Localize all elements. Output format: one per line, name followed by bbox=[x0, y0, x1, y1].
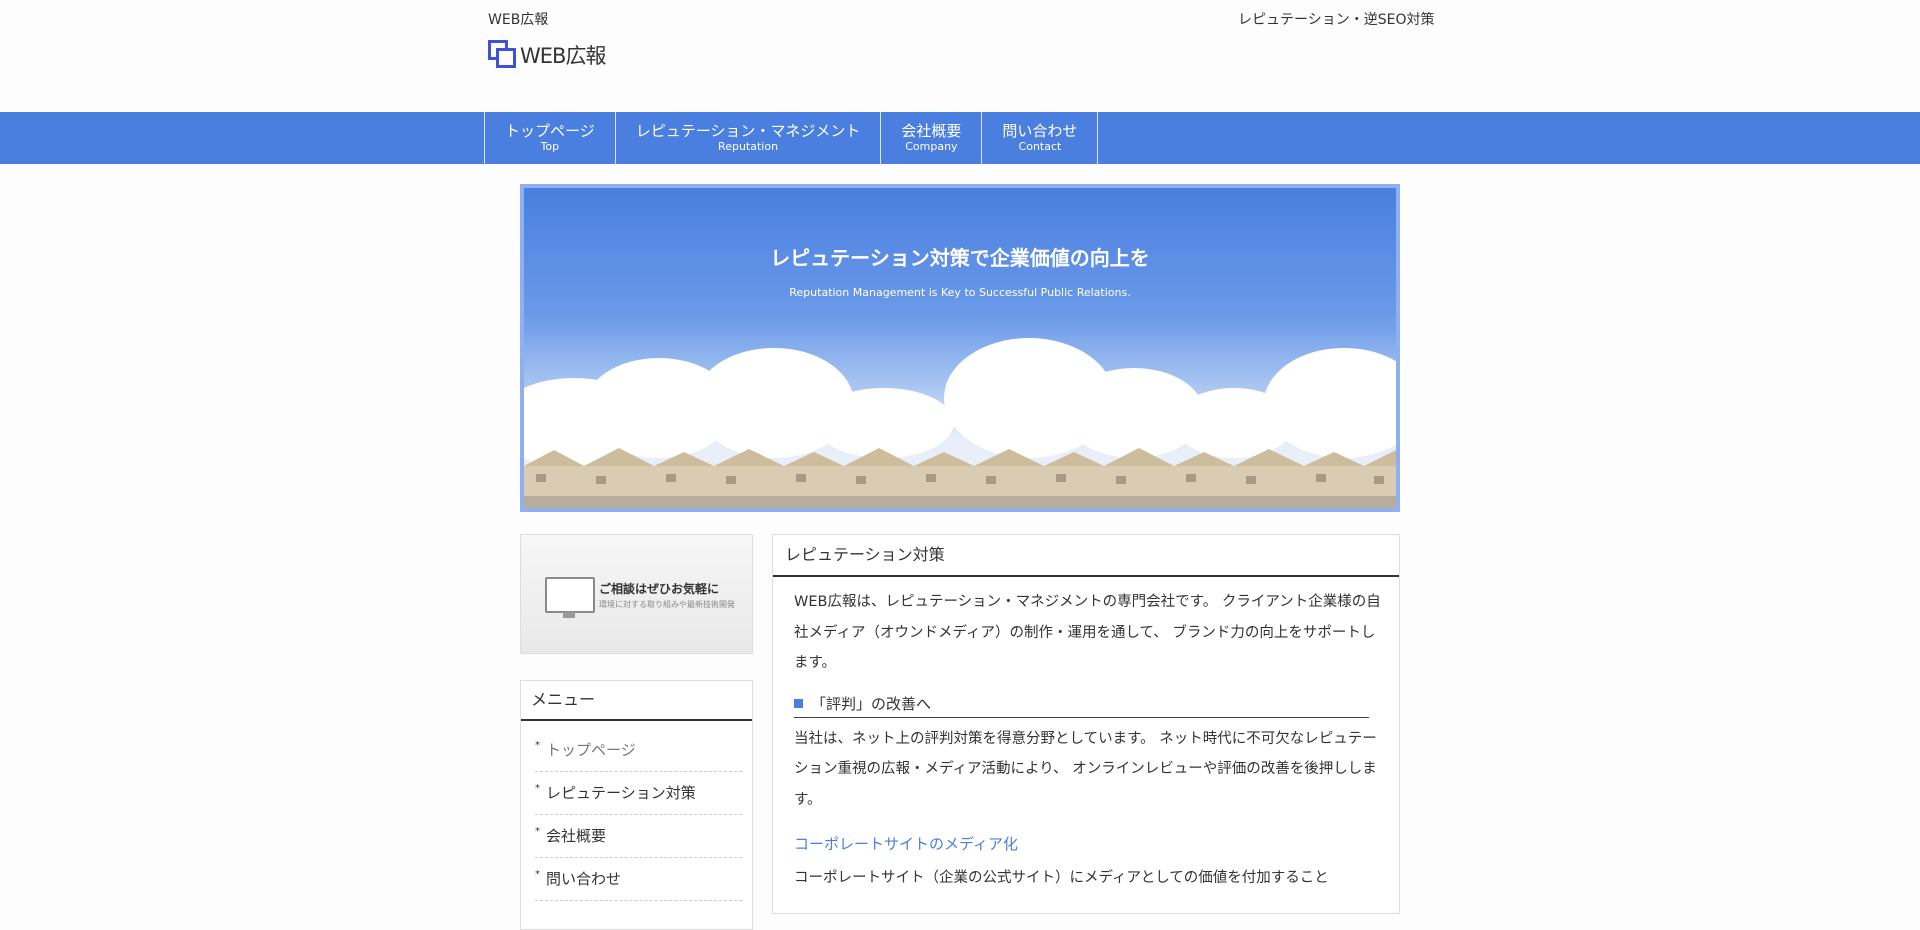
square-bullet-icon bbox=[794, 698, 803, 708]
link-paragraph: コーポレートサイト（企業の公式サイト）にメディアとしての価値を付加すること bbox=[794, 870, 1329, 886]
contact-banner[interactable]: ご相談はぜひお気軽に 環境に対する取り組みや最新技術開発 bbox=[520, 534, 753, 654]
logo-text: WEB広報 bbox=[520, 44, 606, 68]
header-right-text: レピュテーション・逆SEO対策 bbox=[1238, 12, 1435, 28]
menu-item-company[interactable]: * 会社概要 bbox=[535, 815, 742, 858]
bullet-icon: * bbox=[535, 783, 540, 794]
menu-item-reputation[interactable]: * レピュテーション対策 bbox=[535, 772, 742, 815]
menu-item-top[interactable]: * トップページ bbox=[535, 729, 742, 772]
logo-squares-icon bbox=[488, 40, 518, 70]
hero-banner: レピュテーション対策で企業価値の向上を Reputation Managemen… bbox=[520, 184, 1400, 512]
nav-label: 問い合わせ bbox=[1002, 122, 1078, 140]
nav-reputation[interactable]: レピュテーション・マネジメント Reputation bbox=[616, 112, 882, 164]
menu-item-label: トップページ bbox=[546, 741, 636, 759]
banner-subtitle: 環境に対する取り組みや最新技術開発 bbox=[599, 600, 735, 609]
hero-subtitle: Reputation Management is Key to Successf… bbox=[789, 286, 1131, 299]
menu-item-label: レピュテーション対策 bbox=[546, 784, 696, 802]
menu-item-label: 会社概要 bbox=[546, 827, 607, 845]
bullet-icon: * bbox=[535, 740, 540, 751]
nav-sublabel: Contact bbox=[1018, 140, 1062, 153]
intro-paragraph: WEB広報は、レピュテーション・マネジメントの専門会社です。 クライアント企業様… bbox=[794, 594, 1381, 671]
nav-label: レピュテーション・マネジメント bbox=[635, 122, 861, 140]
bullet-icon: * bbox=[535, 826, 540, 837]
nav-sublabel: Company bbox=[905, 140, 958, 153]
site-logo[interactable]: WEB広報 bbox=[488, 40, 606, 70]
menu-item-label: 問い合わせ bbox=[546, 870, 622, 888]
nav-label: トップページ bbox=[505, 122, 595, 140]
houses-illustration bbox=[524, 448, 1396, 508]
nav-company[interactable]: 会社概要 Company bbox=[881, 112, 983, 164]
site-tagline: WEB広報 bbox=[488, 12, 549, 28]
sidebar-menu: メニュー * トップページ * レピュテーション対策 * 会社概要 * 問い合わせ bbox=[520, 680, 753, 930]
menu-item-contact[interactable]: * 問い合わせ bbox=[535, 858, 742, 901]
nav-top[interactable]: トップページ Top bbox=[485, 112, 616, 164]
hero-title: レピュテーション対策で企業価値の向上を bbox=[770, 246, 1150, 270]
nav-contact[interactable]: 問い合わせ Contact bbox=[982, 112, 1099, 164]
site-header: WEB広報 レピュテーション・逆SEO対策 WEB広報 bbox=[0, 0, 1920, 112]
nav-label: 会社概要 bbox=[901, 122, 962, 140]
corporate-media-link[interactable]: コーポレートサイトのメディア化 bbox=[794, 833, 1389, 855]
sidebar: ご相談はぜひお気軽に 環境に対する取り組みや最新技術開発 メニュー * トップペー… bbox=[520, 534, 753, 930]
section-heading-text: 「評判」の改善へ bbox=[811, 694, 932, 713]
menu-title: メニュー bbox=[521, 681, 752, 721]
section-heading: 「評判」の改善へ bbox=[794, 691, 1369, 718]
nav-sublabel: Reputation bbox=[718, 140, 779, 153]
section-paragraph: 当社は、ネット上の評判対策を得意分野としています。 ネット時代に不可欠なレピュテ… bbox=[794, 730, 1377, 808]
monitor-icon bbox=[545, 577, 595, 618]
banner-title: ご相談はぜひお気軽に bbox=[599, 582, 720, 596]
main-content: レピュテーション対策 WEB広報は、レピュテーション・マネジメントの専門会社です… bbox=[772, 534, 1400, 914]
bullet-icon: * bbox=[535, 869, 540, 880]
global-nav: トップページ Top レピュテーション・マネジメント Reputation 会社… bbox=[0, 112, 1920, 164]
nav-sublabel: Top bbox=[540, 140, 560, 153]
page-title: レピュテーション対策 bbox=[773, 535, 1399, 577]
